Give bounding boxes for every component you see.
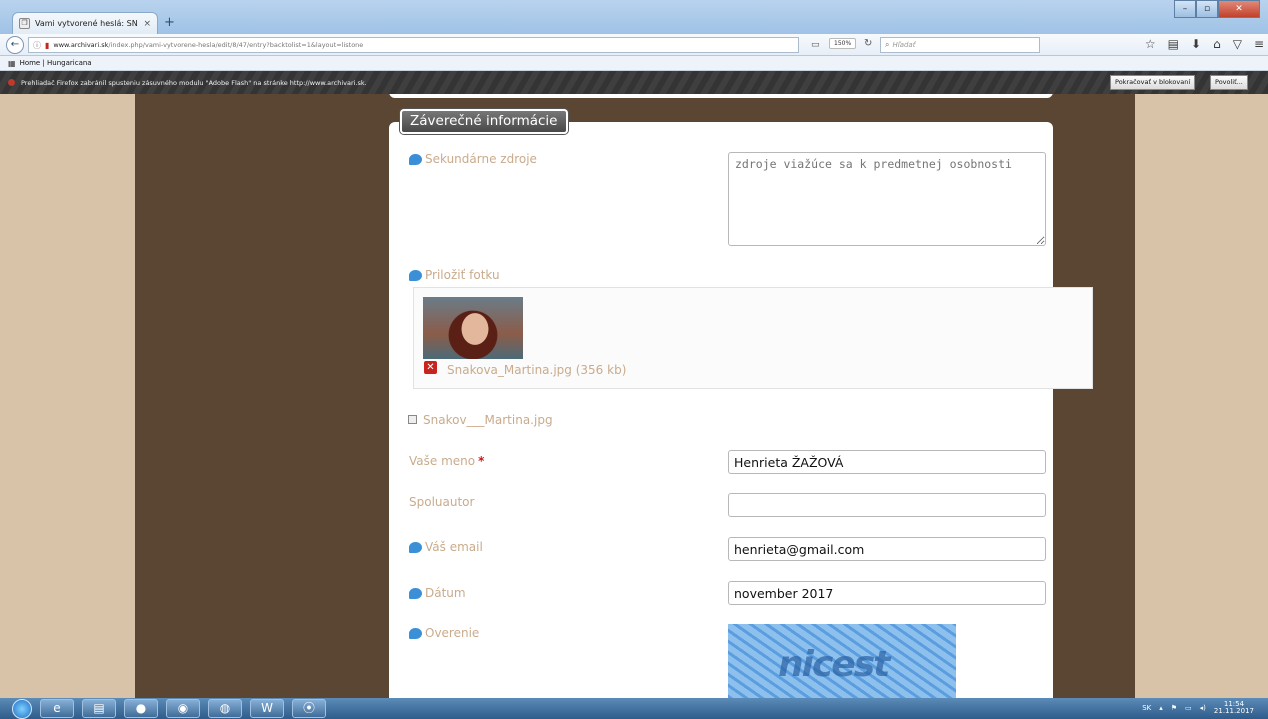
url-text: www.archivari.sk/index.php/vami-vytvoren… [53, 41, 363, 49]
minimize-button[interactable]: – [1174, 0, 1196, 18]
clock-date: 21.11.2017 [1213, 707, 1254, 715]
info-bubble-icon[interactable] [409, 541, 422, 553]
info-bubble-icon[interactable] [409, 587, 422, 599]
url-path: /index.php/vami-vytvorene-hesla/edit/8/4… [108, 41, 364, 49]
photo-thumbnail [423, 297, 523, 359]
coauthor-label-text: Spoluautor [409, 495, 475, 509]
plugin-blocked-icon[interactable]: ▮ [45, 41, 49, 50]
allow-flash-button[interactable]: Povoliť... [1210, 75, 1248, 90]
download-icon[interactable]: ⬇ [1191, 37, 1201, 51]
email-label-text: Váš email [425, 540, 483, 554]
secondary-sources-label: Sekundárne zdroje [409, 152, 537, 166]
system-tray: SK ▴ ⚑ ▭ ◂) 11:54 21.11.2017 [1142, 701, 1254, 715]
coauthor-label: Spoluautor [409, 495, 474, 509]
date-label-text: Dátum [425, 586, 466, 600]
previous-section-card [389, 94, 1053, 98]
window-controls: – ▫ ✕ [1174, 0, 1260, 18]
bookmark-item[interactable]: Home | Hungaricana [20, 59, 92, 67]
info-bubble-icon[interactable] [409, 627, 422, 639]
reload-icon[interactable]: ↻ [864, 38, 872, 49]
bookmark-favicon-icon: ▦ [8, 58, 16, 68]
action-center-flag-icon[interactable]: ⚑ [1171, 704, 1177, 712]
your-name-label-text: Vaše meno [409, 454, 476, 468]
tray-expand-icon[interactable]: ▴ [1159, 704, 1163, 712]
email-label: Váš email [409, 540, 483, 554]
volume-icon[interactable]: ◂) [1200, 704, 1206, 712]
page-favicon-icon: ❐ [19, 18, 30, 29]
url-bar[interactable]: ⓘ ▮ www.archivari.sk/index.php/vami-vytv… [28, 37, 799, 53]
attach-photo-label: Priložiť fotku [409, 268, 500, 282]
date-input[interactable] [728, 581, 1046, 605]
bookmarks-bar: ▦ Home | Hungaricana [0, 56, 1268, 71]
navigation-bar: ← ⓘ ▮ www.archivari.sk/index.php/vami-vy… [0, 34, 1268, 56]
info-bubble-icon[interactable] [409, 153, 422, 165]
file-checkbox[interactable] [408, 415, 417, 424]
verification-label-text: Overenie [425, 626, 480, 640]
bookmarks-menu-icon[interactable]: ▤ [1168, 37, 1179, 51]
browser-tab[interactable]: ❐ Vami vytvorené heslá: SNA... × [12, 12, 158, 34]
chrome-icon[interactable]: ◉ [166, 699, 200, 718]
your-name-input[interactable] [728, 450, 1046, 474]
delete-photo-icon[interactable]: ✕ [424, 361, 437, 374]
bookmark-star-icon[interactable]: ☆ [1145, 37, 1156, 51]
firefox-icon[interactable]: ● [124, 699, 158, 718]
language-indicator[interactable]: SK [1142, 704, 1151, 712]
captcha-text: nicest [778, 644, 890, 685]
secondary-sources-label-text: Sekundárne zdroje [425, 152, 537, 166]
coauthor-input[interactable] [728, 493, 1046, 517]
media-player-icon[interactable]: ⦿ [292, 699, 326, 718]
clock[interactable]: 11:54 21.11.2017 [1214, 701, 1254, 715]
photo-file-name: Snakova_Martina.jpg (356 kb) [447, 363, 627, 377]
thunderbird-icon[interactable]: ◍ [208, 699, 242, 718]
window-titlebar: ❐ Vami vytvorené heslá: SNA... × + – ▫ ✕ [0, 0, 1268, 34]
word-icon[interactable]: W [250, 699, 284, 718]
new-tab-button[interactable]: + [164, 15, 175, 30]
url-domain: www.archivari.sk [53, 41, 109, 49]
toolbar-icons: ☆ ▤ ⬇ ⌂ ▽ ≡ [1145, 37, 1264, 51]
flash-message: Prehliadač Firefox zabránil spusteniu zá… [21, 78, 367, 87]
secondary-sources-textarea[interactable] [728, 152, 1046, 246]
windows-taskbar: e ▤ ● ◉ ◍ W ⦿ SK ▴ ⚑ ▭ ◂) 11:54 21.11.20… [0, 698, 1268, 719]
search-icon: ⌕ [885, 40, 890, 49]
required-asterisk: * [478, 454, 485, 468]
page-content: Záverečné informácie Sekundárne zdroje P… [0, 94, 1268, 698]
your-name-label: Vaše meno * [409, 454, 484, 468]
maximize-button[interactable]: ▫ [1196, 0, 1218, 18]
start-button[interactable] [12, 698, 32, 719]
file-explorer-icon[interactable]: ▤ [82, 699, 116, 718]
back-button[interactable]: ← [6, 36, 24, 54]
info-bubble-icon[interactable] [409, 269, 422, 281]
search-bar[interactable]: ⌕ Hľadať [880, 37, 1040, 53]
tab-title: Vami vytvorené heslá: SNA... [35, 19, 138, 28]
file-checkbox-label: Snakov___Martina.jpg [423, 413, 553, 427]
search-placeholder: Hľadať [892, 41, 916, 49]
attach-photo-label-text: Priložiť fotku [425, 268, 500, 282]
internet-explorer-icon[interactable]: e [40, 699, 74, 718]
reader-view-icon[interactable]: ▭ [811, 40, 820, 50]
plugin-warning-icon [8, 79, 15, 86]
menu-icon[interactable]: ≡ [1254, 37, 1264, 51]
pocket-icon[interactable]: ▽ [1233, 37, 1242, 51]
network-icon[interactable]: ▭ [1185, 704, 1192, 712]
verification-label: Overenie [409, 626, 479, 640]
zoom-level[interactable]: 150% [829, 38, 857, 49]
date-label: Dátum [409, 586, 466, 600]
tab-close-icon[interactable]: × [143, 19, 151, 29]
email-input[interactable] [728, 537, 1046, 561]
flash-notification-bar: Prehliadač Firefox zabránil spusteniu zá… [0, 71, 1268, 94]
close-window-button[interactable]: ✕ [1218, 0, 1260, 18]
captcha-image: nicest [728, 624, 956, 698]
info-icon[interactable]: ⓘ [33, 40, 41, 51]
home-icon[interactable]: ⌂ [1213, 37, 1221, 51]
continue-blocking-button[interactable]: Pokračovať v blokovaní [1110, 75, 1196, 90]
section-title: Záverečné informácie [400, 109, 568, 134]
